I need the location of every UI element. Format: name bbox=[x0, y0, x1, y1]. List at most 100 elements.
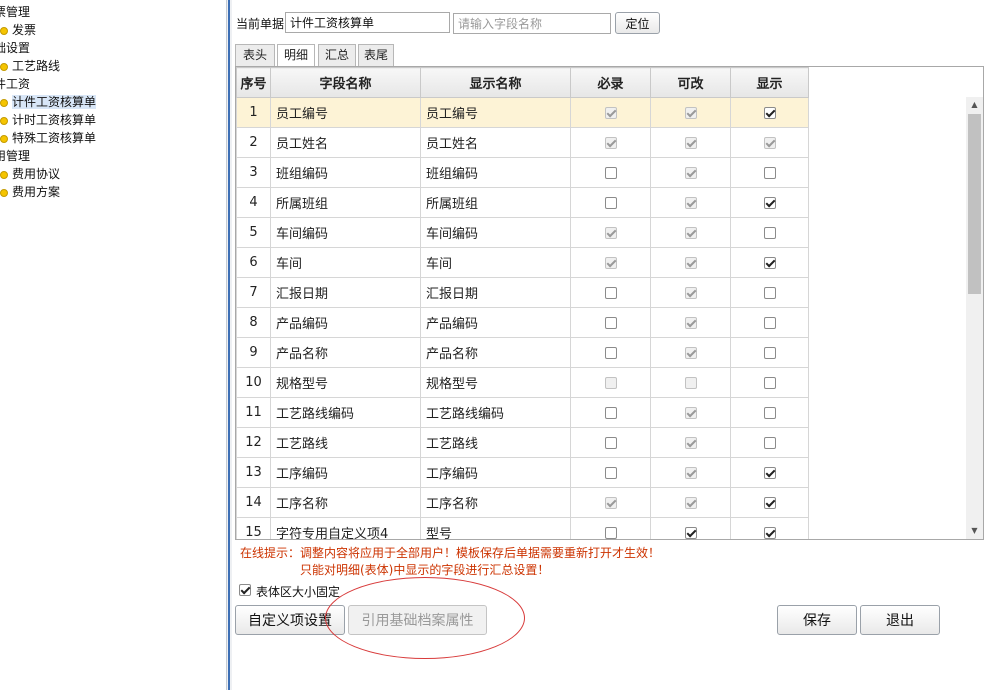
field-name-cell: 汇报日期 bbox=[270, 277, 421, 308]
editable-checkbox bbox=[684, 466, 697, 479]
tree-item[interactable]: 费用协议 bbox=[0, 165, 60, 183]
required-checkbox[interactable] bbox=[604, 526, 617, 539]
tab-3[interactable]: 表尾 bbox=[358, 44, 394, 66]
table-row[interactable]: 5 车间编码 车间编码 bbox=[236, 217, 809, 248]
visible-checkbox[interactable] bbox=[763, 376, 776, 389]
required-checkbox[interactable] bbox=[604, 466, 617, 479]
tree-item[interactable]: 工艺路线 bbox=[0, 57, 60, 75]
visible-checkbox[interactable] bbox=[763, 166, 776, 179]
field-name-cell: 产品名称 bbox=[270, 337, 421, 368]
save-button[interactable]: 保存 bbox=[777, 605, 857, 635]
locate-button[interactable]: 定位 bbox=[615, 12, 660, 34]
required-checkbox[interactable] bbox=[604, 436, 617, 449]
visible-checkbox[interactable] bbox=[763, 106, 776, 119]
visible-checkbox[interactable] bbox=[763, 496, 776, 509]
header-editable[interactable]: 可改 bbox=[650, 67, 731, 98]
visible-checkbox[interactable] bbox=[763, 466, 776, 479]
seq-cell: 3 bbox=[236, 157, 271, 188]
exit-button[interactable]: 退出 bbox=[860, 605, 940, 635]
display-name-cell: 汇报日期 bbox=[420, 277, 571, 308]
visible-checkbox[interactable] bbox=[763, 526, 776, 539]
editable-cell bbox=[650, 487, 731, 518]
table-row[interactable]: 11 工艺路线编码 工艺路线编码 bbox=[236, 397, 809, 428]
grid-table: 序号 字段名称 显示名称 必录 可改 显示 1 员工编号 员工编号 2 员工姓名 员工姓名… bbox=[236, 67, 809, 539]
table-row[interactable]: 6 车间 车间 bbox=[236, 247, 809, 278]
tree-item[interactable]: 计件工资核算单 bbox=[0, 93, 97, 111]
visible-checkbox[interactable] bbox=[763, 316, 776, 329]
tree-item[interactable]: 特殊工资核算单 bbox=[0, 129, 96, 147]
visible-checkbox[interactable] bbox=[763, 406, 776, 419]
visible-cell bbox=[730, 307, 809, 338]
required-cell bbox=[570, 217, 651, 248]
seq-cell: 5 bbox=[236, 217, 271, 248]
table-row[interactable]: 10 规格型号 规格型号 bbox=[236, 367, 809, 398]
display-name-cell: 产品编码 bbox=[420, 307, 571, 338]
editable-checkbox[interactable] bbox=[684, 526, 697, 539]
header-seq[interactable]: 序号 bbox=[236, 67, 271, 98]
table-row[interactable]: 7 汇报日期 汇报日期 bbox=[236, 277, 809, 308]
tab-2[interactable]: 汇总 bbox=[318, 44, 356, 66]
required-checkbox[interactable] bbox=[604, 166, 617, 179]
tree-item[interactable]: 发票 bbox=[0, 21, 36, 39]
tree-item[interactable]: 用管理 bbox=[0, 147, 30, 165]
scroll-up-arrow-icon[interactable]: ▲ bbox=[966, 97, 983, 113]
field-name-cell: 字符专用自定义项4 bbox=[270, 517, 421, 539]
seq-cell: 4 bbox=[236, 187, 271, 218]
table-row[interactable]: 12 工艺路线 工艺路线 bbox=[236, 427, 809, 458]
visible-checkbox[interactable] bbox=[763, 346, 776, 359]
editable-cell bbox=[650, 517, 731, 539]
table-row[interactable]: 2 员工姓名 员工姓名 bbox=[236, 127, 809, 158]
visible-checkbox[interactable] bbox=[763, 286, 776, 299]
visible-cell bbox=[730, 487, 809, 518]
visible-checkbox[interactable] bbox=[763, 256, 776, 269]
tree-item-label: 费用协议 bbox=[12, 167, 61, 181]
required-checkbox[interactable] bbox=[604, 196, 617, 209]
editable-cell bbox=[650, 337, 731, 368]
required-cell bbox=[570, 367, 651, 398]
table-row[interactable]: 4 所属班组 所属班组 bbox=[236, 187, 809, 218]
field-name-cell: 工艺路线 bbox=[270, 427, 421, 458]
required-cell bbox=[570, 157, 651, 188]
field-name-cell: 班组编码 bbox=[270, 157, 421, 188]
required-checkbox[interactable] bbox=[604, 346, 617, 359]
table-row[interactable]: 15 字符专用自定义项4 型号 bbox=[236, 517, 809, 539]
fixed-size-checkbox[interactable] bbox=[239, 584, 251, 596]
table-row[interactable]: 9 产品名称 产品名称 bbox=[236, 337, 809, 368]
current-doc-label: 当前单据 bbox=[236, 17, 285, 31]
visible-checkbox[interactable] bbox=[763, 226, 776, 239]
tree-item[interactable]: 费用方案 bbox=[0, 183, 60, 201]
header-display-name[interactable]: 显示名称 bbox=[420, 67, 571, 98]
tree-item[interactable]: 计时工资核算单 bbox=[0, 111, 96, 129]
table-row[interactable]: 13 工序编码 工序编码 bbox=[236, 457, 809, 488]
editable-cell bbox=[650, 247, 731, 278]
tab-0[interactable]: 表头 bbox=[235, 44, 275, 66]
tree-item[interactable]: 件工资 bbox=[0, 75, 30, 93]
tree-item[interactable]: 础设置 bbox=[0, 39, 30, 57]
table-row[interactable]: 8 产品编码 产品编码 bbox=[236, 307, 809, 338]
required-checkbox[interactable] bbox=[604, 406, 617, 419]
tab-1[interactable]: 明细 bbox=[277, 44, 315, 67]
required-checkbox[interactable] bbox=[604, 316, 617, 329]
header-required[interactable]: 必录 bbox=[570, 67, 651, 98]
visible-checkbox[interactable] bbox=[763, 436, 776, 449]
field-name-cell: 工序名称 bbox=[270, 487, 421, 518]
current-doc-input[interactable] bbox=[285, 12, 450, 33]
field-search-input[interactable] bbox=[453, 13, 611, 34]
grid-vertical-scrollbar[interactable]: ▲ ▼ bbox=[966, 97, 983, 539]
header-visible[interactable]: 显示 bbox=[730, 67, 809, 98]
table-row[interactable]: 14 工序名称 工序名称 bbox=[236, 487, 809, 518]
editable-cell bbox=[650, 427, 731, 458]
table-row[interactable]: 1 员工编号 员工编号 bbox=[236, 97, 809, 128]
seq-cell: 7 bbox=[236, 277, 271, 308]
visible-checkbox[interactable] bbox=[763, 196, 776, 209]
required-checkbox[interactable] bbox=[604, 286, 617, 299]
tree-item[interactable]: 票管理 bbox=[0, 3, 30, 21]
editable-checkbox bbox=[684, 136, 697, 149]
header-field-name[interactable]: 字段名称 bbox=[270, 67, 421, 98]
scroll-thumb[interactable] bbox=[968, 114, 981, 294]
table-row[interactable]: 3 班组编码 班组编码 bbox=[236, 157, 809, 188]
required-checkbox bbox=[604, 136, 617, 149]
required-cell bbox=[570, 187, 651, 218]
visible-cell bbox=[730, 427, 809, 458]
scroll-down-arrow-icon[interactable]: ▼ bbox=[966, 523, 983, 539]
